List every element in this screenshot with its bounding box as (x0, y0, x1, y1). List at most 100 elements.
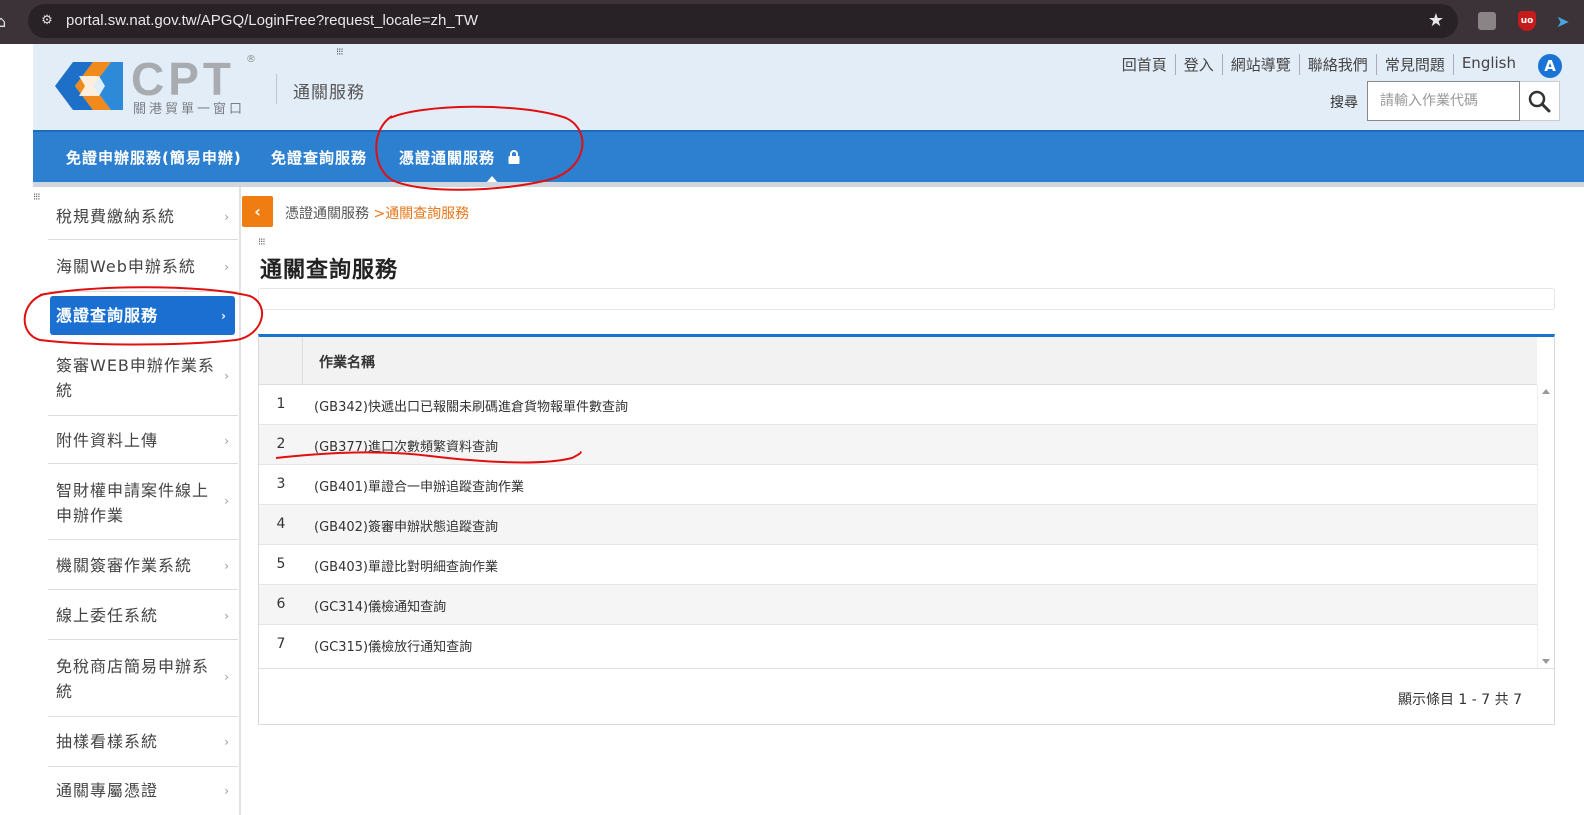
scroll-down-icon[interactable] (1542, 659, 1550, 664)
service-title: 通關服務 (293, 83, 365, 103)
table-row[interactable]: 3 (GB401)單證合一申辦追蹤查詢作業 (259, 465, 1537, 505)
sidebar-item-online-delegation[interactable]: 線上委任系統 › (48, 590, 238, 640)
table-row[interactable]: 7 (GC315)儀檢放行通知查詢 (259, 625, 1537, 668)
accessibility-icon[interactable]: A (1538, 54, 1562, 78)
sidebar-item-customs-web[interactable]: 海關Web申辦系統 › (48, 240, 238, 292)
content-grip-icon: ⁝⁝⁝ (258, 237, 265, 248)
sidebar-item-attachment-upload[interactable]: 附件資料上傳 › (48, 416, 238, 464)
row-index: 7 (276, 636, 286, 652)
table-row[interactable]: 4 (GB402)簽審申辦狀態追蹤查詢 (259, 505, 1537, 545)
link-sitemap[interactable]: 網站導覽 (1221, 54, 1299, 75)
nav-item-free-apply[interactable]: 免證申辦服務(簡易申辦) (66, 147, 242, 168)
sidebar-item-duty-free[interactable]: 免稅商店簡易申辦系統 › (48, 640, 238, 717)
table-row[interactable]: 2 (GB377)進口次數頻繁資料查詢 (259, 425, 1537, 465)
sidebar-item-label: 線上委任系統 (56, 606, 159, 625)
top-links: 回首頁 登入 網站導覽 聯絡我們 常見問題 English (1114, 54, 1524, 75)
row-index: 2 (276, 436, 286, 452)
sidebar-item-review-web[interactable]: 簽審WEB申辦作業系統 › (48, 339, 238, 416)
breadcrumb-parent[interactable]: 憑證通關服務 (285, 206, 369, 222)
link-contact[interactable]: 聯絡我們 (1298, 54, 1376, 75)
sidebar-item-label: 稅規費繳納系統 (56, 207, 176, 226)
chevron-right-icon: › (224, 434, 230, 448)
chevron-right-icon: › (224, 609, 230, 623)
filter-panel (258, 288, 1555, 310)
main-nav: 免證申辦服務(簡易申辦) 免證查詢服務 憑證通關服務 (33, 130, 1584, 184)
chevron-right-icon: › (224, 735, 230, 749)
grid-header-name[interactable]: 作業名稱 (319, 352, 375, 372)
nav-item-cert-service-label: 憑證通關服務 (399, 149, 496, 167)
table-row[interactable]: 5 (GB403)單證比對明細查詢作業 (259, 545, 1537, 585)
chevron-right-icon: › (224, 210, 230, 224)
breadcrumb-current: 通關查詢服務 (385, 206, 470, 222)
row-name-link[interactable]: (GB342)快遞出口已報關未刷碼進倉貨物報單件數查詢 (314, 396, 628, 415)
row-index: 4 (276, 516, 286, 532)
breadcrumb: 憑證通關服務 >通關查詢服務 (285, 203, 469, 223)
row-name-link[interactable]: (GB402)簽審申辦狀態追蹤查詢 (314, 516, 498, 535)
sidebar-item-customs-cert[interactable]: 通關專屬憑證 › (48, 767, 238, 815)
logo-registered: ® (246, 54, 256, 65)
sidebar-item-cert-query[interactable]: 憑證查詢服務 › (50, 296, 235, 335)
row-index: 6 (276, 596, 286, 612)
chevron-right-icon: › (221, 309, 227, 323)
chevron-left-icon: ‹ (254, 202, 261, 221)
chevron-right-icon: › (224, 670, 230, 684)
browser-toolbar: ⌂ ⚙ portal.sw.nat.gov.tw/APGQ/LoginFree?… (0, 0, 1584, 44)
link-english[interactable]: English (1452, 54, 1524, 75)
grid-footer: 顯示條目 1 - 7 共 7 (259, 668, 1554, 725)
sidebar-item-ip-rights[interactable]: 智財權申請案件線上申辦作業 › (48, 464, 238, 540)
sidebar-item-sampling[interactable]: 抽樣看樣系統 › (48, 717, 238, 767)
site-header: CPT ® 關港貿單一窗口 通關服務 ⁝⁝⁝ 回首頁 登入 網站導覽 聯絡我們 … (33, 44, 1584, 130)
chevron-right-icon: › (224, 369, 230, 383)
page-title: 通關查詢服務 (260, 258, 399, 283)
address-bar[interactable]: ⚙ portal.sw.nat.gov.tw/APGQ/LoginFree?re… (28, 4, 1458, 38)
row-index: 5 (276, 556, 286, 572)
extension-icon[interactable] (1478, 12, 1496, 30)
link-faq[interactable]: 常見問題 (1375, 54, 1453, 75)
nav-item-free-query[interactable]: 免證查詢服務 (271, 147, 367, 168)
sidebar-item-tax-payment[interactable]: 稅規費繳納系統 › (48, 191, 238, 240)
table-row[interactable]: 1 (GB342)快遞出口已報關未刷碼進倉貨物報單件數查詢 (259, 385, 1537, 425)
row-index: 3 (276, 476, 286, 492)
page-gutter (0, 44, 33, 815)
grid-header-index (259, 337, 303, 385)
chevron-right-icon: › (224, 260, 230, 274)
sidebar-item-label: 海關Web申辦系統 (56, 257, 196, 276)
send-icon[interactable]: ➤ (1556, 12, 1569, 31)
link-home[interactable]: 回首頁 (1114, 54, 1175, 75)
grid-scrollbar[interactable] (1537, 385, 1554, 668)
sidebar-item-label: 通關專屬憑證 (56, 781, 159, 800)
bookmark-star-icon[interactable]: ★ (1428, 10, 1444, 31)
search-button[interactable] (1520, 81, 1560, 121)
row-name-link[interactable]: (GC315)儀檢放行通知查詢 (314, 636, 472, 655)
nav-item-cert-service[interactable]: 憑證通關服務 (399, 147, 521, 168)
home-icon[interactable]: ⌂ (0, 12, 12, 31)
row-name-link[interactable]: (GB401)單證合一申辦追蹤查詢作業 (314, 476, 524, 495)
query-grid: 作業名稱 1 (GB342)快遞出口已報關未刷碼進倉貨物報單件數查詢 2 (GB… (258, 334, 1555, 725)
collapse-sidebar-button[interactable]: ‹ (242, 196, 273, 227)
cpt-logo-icon[interactable] (53, 58, 125, 114)
lock-icon (508, 150, 520, 164)
chevron-right-icon: › (224, 559, 230, 573)
logo-divider (276, 74, 277, 104)
sidebar: ⁝⁝⁝ 稅規費繳納系統 › 海關Web申辦系統 › 憑證查詢服務 › 簽審WEB… (33, 187, 241, 815)
scroll-up-icon[interactable] (1542, 389, 1550, 394)
ublock-icon[interactable]: uo (1518, 11, 1536, 31)
search-input[interactable] (1367, 81, 1520, 121)
table-row[interactable]: 6 (GC314)儀檢通知查詢 (259, 585, 1537, 625)
pager-info: 顯示條目 1 - 7 共 7 (1397, 692, 1522, 708)
site-info-icon[interactable]: ⚙ (38, 12, 56, 30)
logo-subtitle: 關港貿單一窗口 (133, 102, 246, 117)
grid-header: 作業名稱 (259, 337, 1537, 385)
search-label: 搜尋 (1330, 95, 1358, 111)
link-login[interactable]: 登入 (1174, 54, 1222, 75)
nav-shadow (33, 182, 1584, 187)
sidebar-item-label: 附件資料上傳 (56, 431, 159, 450)
sidebar-item-agency-review[interactable]: 機關簽審作業系統 › (48, 540, 238, 590)
search-icon (1528, 90, 1551, 113)
row-name-link[interactable]: (GC314)儀檢通知查詢 (314, 596, 446, 615)
url-text: portal.sw.nat.gov.tw/APGQ/LoginFree?requ… (66, 12, 479, 29)
row-name-link[interactable]: (GB403)單證比對明細查詢作業 (314, 556, 498, 575)
row-name-link[interactable]: (GB377)進口次數頻繁資料查詢 (314, 436, 498, 455)
sidebar-item-label: 機關簽審作業系統 (56, 556, 193, 575)
sidebar-grip-icon: ⁝⁝⁝ (33, 192, 40, 203)
